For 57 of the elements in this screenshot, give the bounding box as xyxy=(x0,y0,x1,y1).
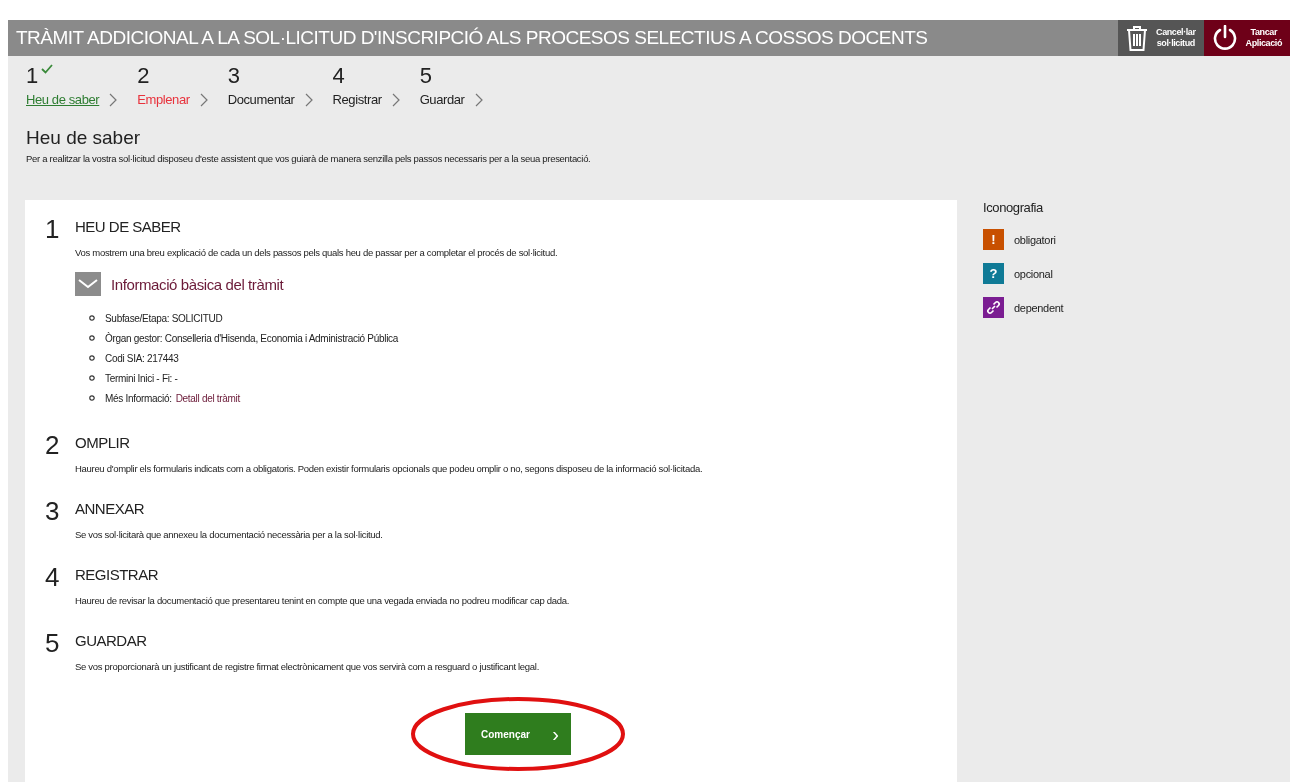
chevron-icon xyxy=(474,92,483,107)
section-number: 4 xyxy=(45,564,59,594)
section-number: 3 xyxy=(45,498,59,528)
legend-label: opcional xyxy=(1014,267,1053,280)
info-item: Subfase/Etapa: SOLICITUD xyxy=(105,312,223,324)
section-text: Se vos proporcionarà un justificant de registre firmat electrònicament que vos servirà com a resguard o justificant legal. xyxy=(75,661,539,672)
legend-label: dependent xyxy=(1014,301,1064,314)
close-app-button[interactable]: Tancar Aplicació xyxy=(1203,20,1290,56)
start-button[interactable]: Començar › xyxy=(465,713,571,755)
section-text: Haureu d'omplir els formularis indicats com a obligatoris. Poden existir formularis opcionals que podeu omplir o no, segons disposeu de la informació sol·licitada. xyxy=(75,463,703,474)
step-link[interactable]: Emplenar xyxy=(137,92,190,107)
section-title: ANNEXAR xyxy=(75,500,146,517)
section-title: HEU DE SABER xyxy=(75,218,182,235)
page-description: Per a realitzar la vostra sol·licitud disposeu d'este assistent que vos guiarà de manera senzilla pels passos necessaris per a la seua presentació. xyxy=(26,153,592,164)
section-title: REGISTRAR xyxy=(75,566,159,583)
step-number: 3 xyxy=(227,64,240,88)
section-number: 2 xyxy=(45,432,59,462)
section-text: Se vos sol·licitarà que annexeu la documentació necessària per a la sol·licitud. xyxy=(75,529,383,540)
chevron-icon xyxy=(199,92,208,107)
section-title: GUARDAR xyxy=(75,632,148,649)
envelope-icon[interactable] xyxy=(75,272,101,296)
info-title[interactable]: Informació bàsica del tràmit xyxy=(111,275,284,293)
section-text: Haureu de revisar la documentació que presentareu tenint en compte que una vegada enviada no podreu modificar cap dada. xyxy=(75,595,569,606)
step-number: 4 xyxy=(332,64,345,88)
power-icon xyxy=(1211,25,1238,51)
bullet-icon xyxy=(89,355,95,361)
section-number: 1 xyxy=(45,216,59,246)
section-title: OMPLIR xyxy=(75,434,131,451)
section-text: Vos mostrem una breu explicació de cada un dels passos pels quals heu de passar per a completar el procés de sol·licitud. xyxy=(75,247,558,258)
legend-icon: ? xyxy=(983,263,1004,284)
step-link[interactable]: Guardar xyxy=(419,92,465,107)
legend-label: obligatori xyxy=(1014,233,1056,246)
legend-title: Iconografia xyxy=(983,200,1044,215)
cancel-request-button[interactable]: Cancel·lar sol·licitud xyxy=(1118,20,1204,56)
trash-icon xyxy=(1126,25,1149,51)
chevron-icon xyxy=(304,92,313,107)
bullet-icon xyxy=(89,315,95,321)
info-item: Termini Inici - Fi: - xyxy=(105,372,178,384)
detail-link[interactable]: Detall del tràmit xyxy=(175,392,240,404)
chevron-icon xyxy=(391,92,400,107)
bullet-icon xyxy=(89,375,95,381)
step-link[interactable]: Registrar xyxy=(332,92,382,107)
page-title: Heu de saber xyxy=(26,127,142,149)
info-item: Més Informació: xyxy=(105,392,172,404)
info-item: Òrgan gestor: Conselleria d'Hisenda, Economia i Administració Pública xyxy=(105,332,399,344)
step-link[interactable]: Heu de saber xyxy=(26,92,100,107)
step-link[interactable]: Documentar xyxy=(227,92,295,107)
chevron-icon xyxy=(109,92,118,107)
app-title: TRÀMIT ADDICIONAL A LA SOL·LICITUD D'INSCRIPCIÓ ALS PROCESOS SELECTIUS A COSSOS DOCENTS xyxy=(15,27,928,49)
bullet-icon xyxy=(89,335,95,341)
step-number: 2 xyxy=(137,64,150,88)
section-number: 5 xyxy=(45,630,59,660)
step-number: 5 xyxy=(419,64,432,88)
bullet-icon xyxy=(89,395,95,401)
info-item: Codi SIA: 217443 xyxy=(105,352,179,364)
legend-icon: ! xyxy=(983,229,1004,250)
step-number: 1 xyxy=(26,64,39,88)
